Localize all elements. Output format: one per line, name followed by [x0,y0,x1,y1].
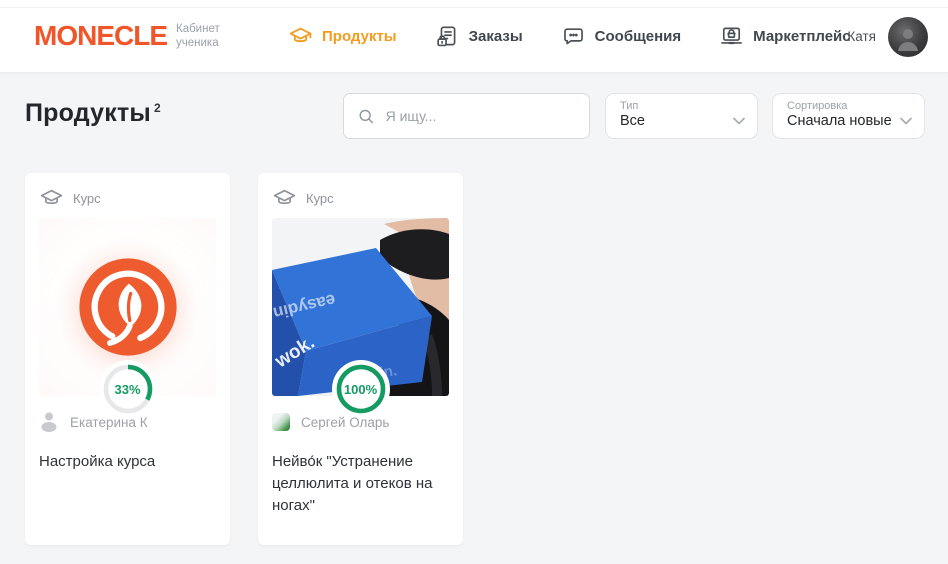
marketplace-icon [719,24,744,49]
products-count: 2 [154,101,161,115]
card-type-label: Курс [73,191,101,206]
course-title: Настройка курса [39,451,216,473]
graduation-cap-icon [272,186,297,211]
type-filter-dropdown[interactable]: Тип Все [605,93,758,139]
chevron-down-icon [900,117,912,125]
nav-item-orders[interactable]: Заказы [435,24,523,49]
messages-icon [561,24,586,49]
orders-icon [435,24,460,49]
page-title: Продукты2 [25,99,161,127]
card-type-row: Курс [272,187,449,209]
main-nav: Продукты Заказы Соо [288,0,851,73]
avatar-person-icon [895,25,921,51]
graduation-cap-icon [39,186,64,211]
search-box[interactable] [343,93,590,139]
course-progress-circle: 33% [99,360,157,418]
graduation-cap-icon [288,24,313,49]
product-card-course-setup[interactable]: Курс 33% Екатерина К Н [25,173,230,545]
flame-leaf-logo [74,253,182,361]
card-type-row: Курс [39,187,216,209]
author-placeholder-icon [39,411,59,433]
product-card-neivok[interactable]: Курс easydin. [258,173,463,545]
search-icon [358,107,375,126]
page-title-row: Продукты2 [25,99,161,128]
progress-percent: 33% [114,382,140,397]
type-filter-label: Тип [620,100,745,112]
chevron-down-icon [733,117,745,125]
user-name: Катя [847,29,876,44]
logo-wordmark: MONECLE [34,22,167,50]
app-window: MONECLE Кабинет ученика Продукты [0,0,948,564]
progress-percent: 100% [344,382,377,397]
sort-label: Сортировка [787,100,912,112]
logo[interactable]: MONECLE Кабинет ученика [34,22,220,51]
user-avatar[interactable] [888,17,928,57]
nav-item-marketplace[interactable]: Маркетплейс [719,24,850,49]
author-avatar [272,413,290,431]
course-progress-circle: 100% [332,360,390,418]
course-title: Нейво́к "Устранение целлюлита и отеков н… [272,451,449,516]
sort-dropdown[interactable]: Сортировка Сначала новые [772,93,925,139]
sort-value: Сначала новые [787,113,892,129]
type-filter-value: Все [620,113,645,129]
nav-item-products[interactable]: Продукты [288,24,397,49]
card-type-label: Курс [306,191,334,206]
search-input[interactable] [386,108,575,124]
user-menu[interactable]: Катя [847,0,928,73]
top-navigation-bar: MONECLE Кабинет ученика Продукты [0,0,948,73]
logo-subtitle: Кабинет ученика [176,22,220,51]
nav-item-messages[interactable]: Сообщения [561,24,681,49]
